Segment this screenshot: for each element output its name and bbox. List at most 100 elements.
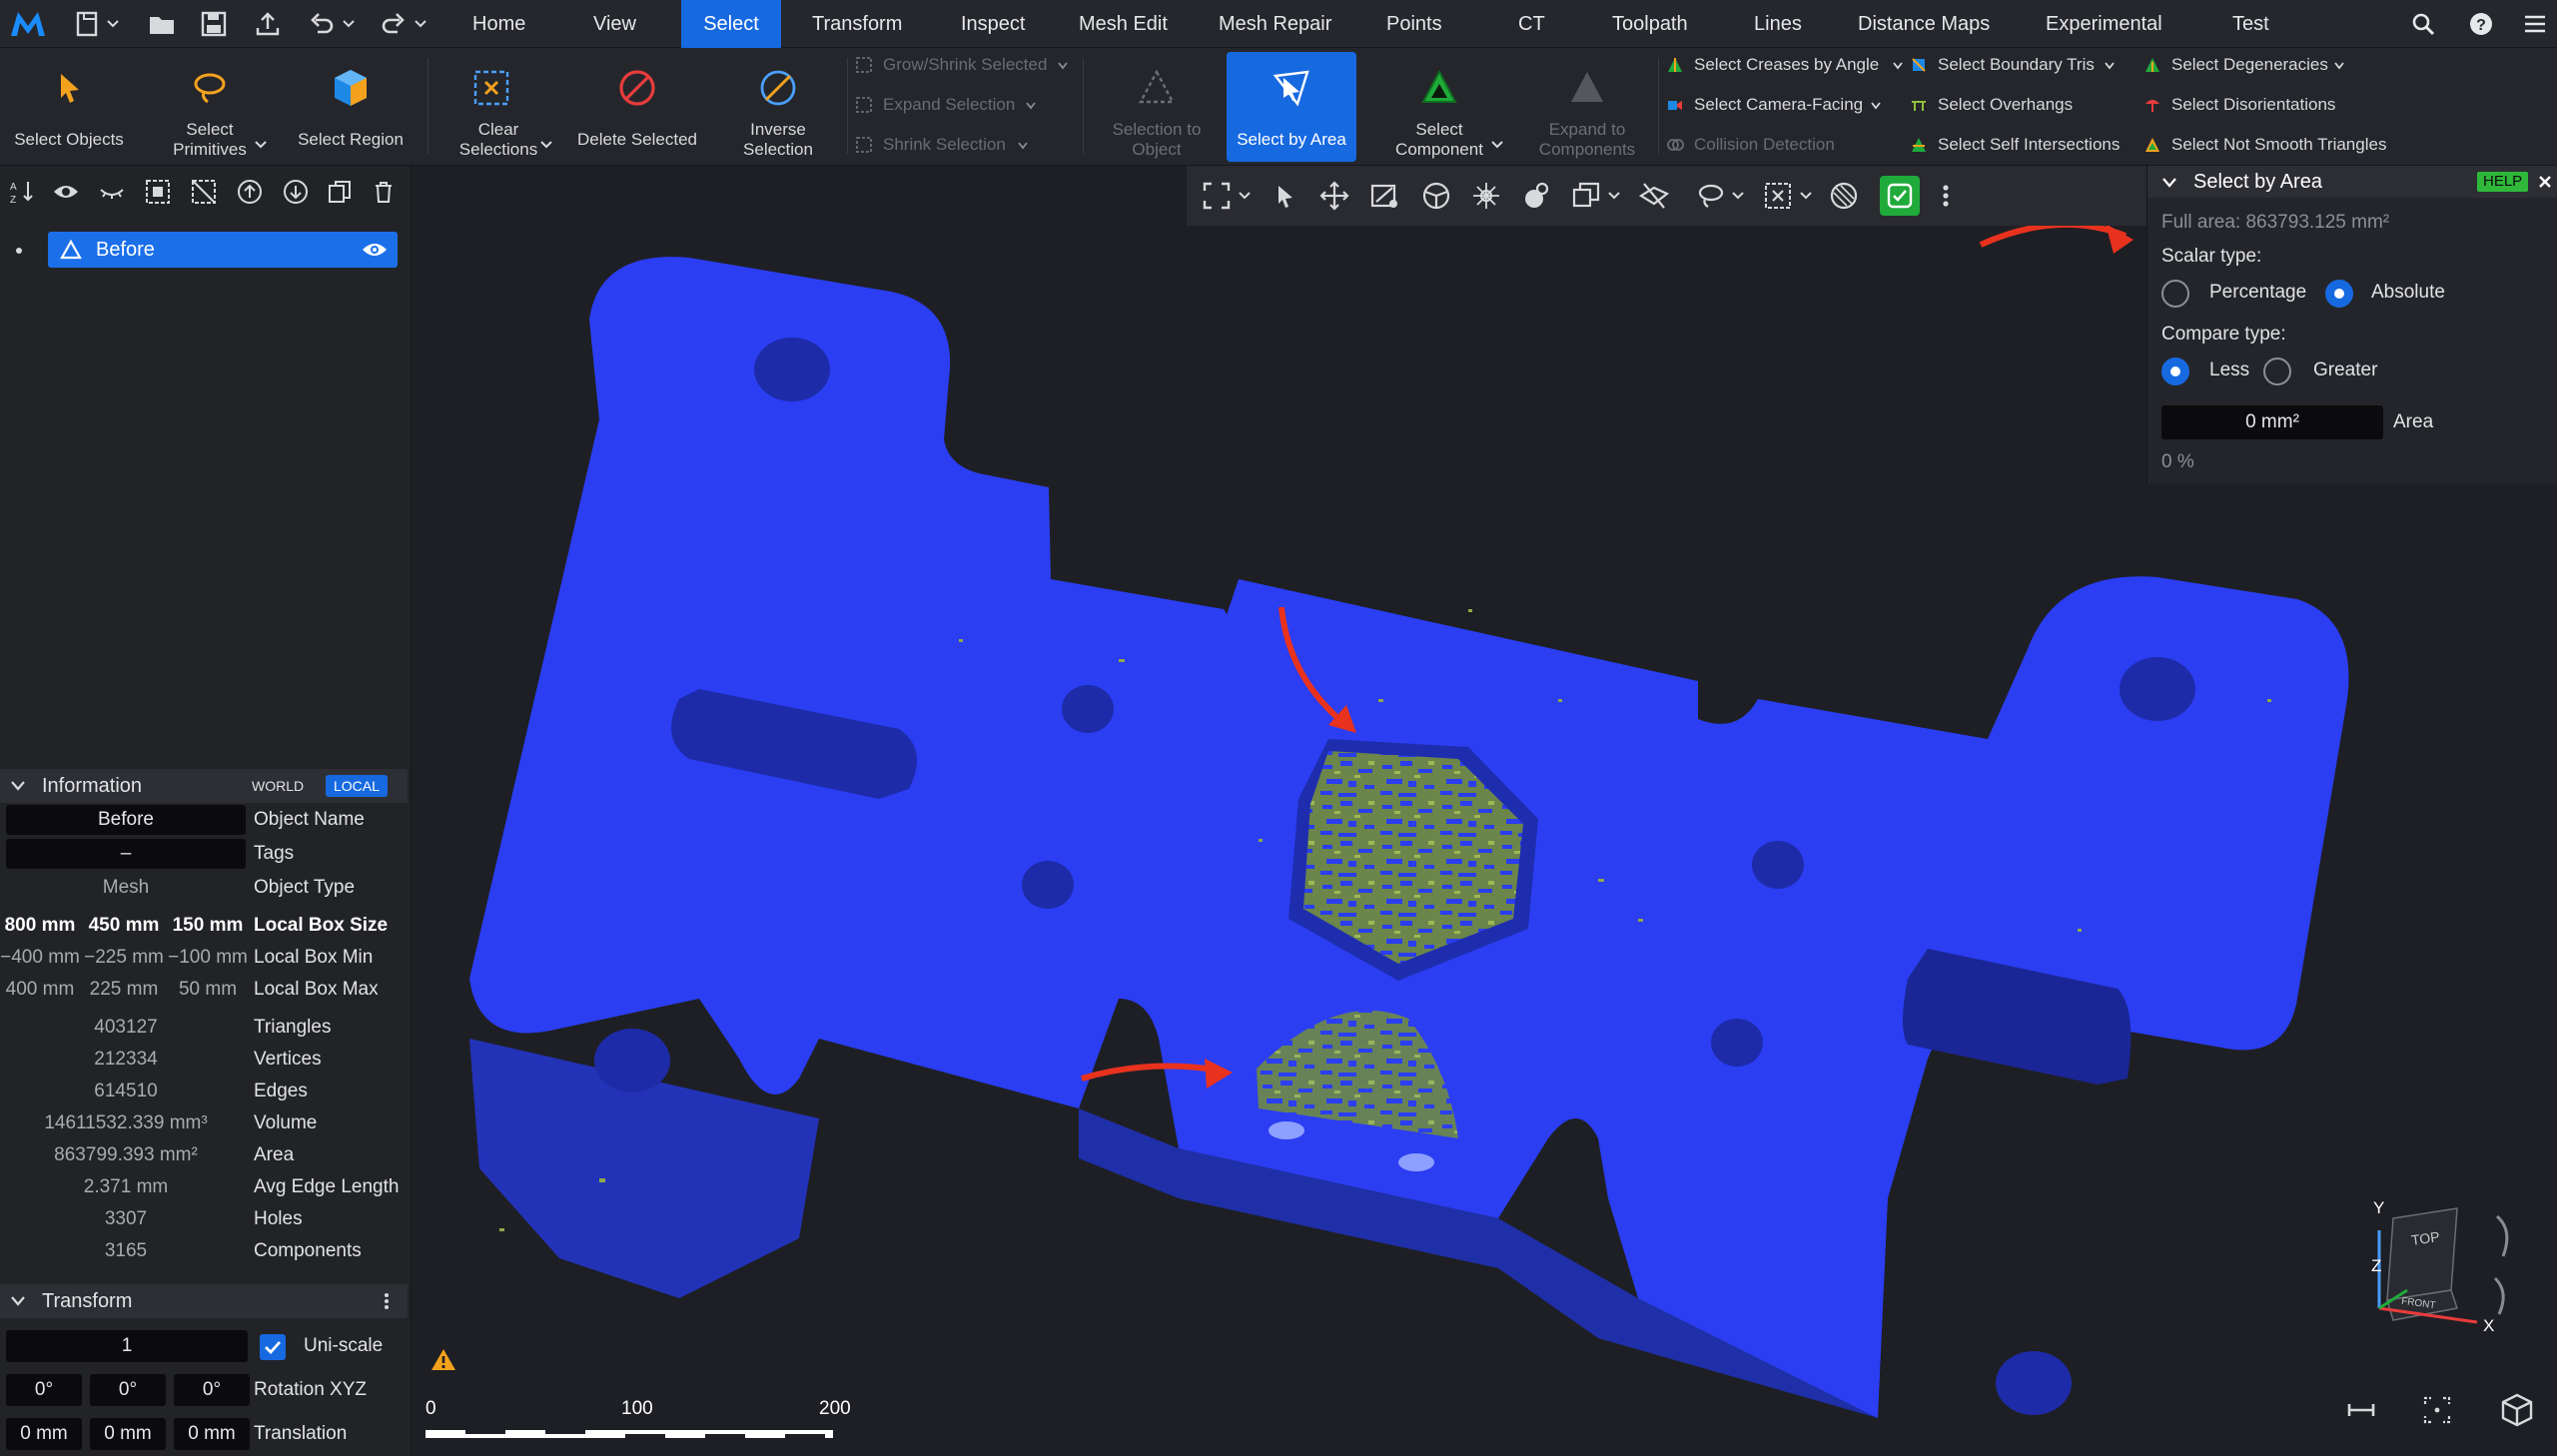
view-cube[interactable]: TOP FRONT Y Z X xyxy=(2347,1190,2547,1340)
inverse-selection-button[interactable]: Inverse Selection xyxy=(715,52,841,162)
menu-view[interactable]: View xyxy=(593,0,636,48)
app-logo-icon[interactable] xyxy=(8,6,48,42)
greater-label[interactable]: Greater xyxy=(2313,360,2377,381)
more-vertical-icon[interactable] xyxy=(1938,180,1954,212)
menu-distance-maps[interactable]: Distance Maps xyxy=(1858,0,1990,48)
duplicate-icon[interactable] xyxy=(326,178,354,206)
chevron-down-icon[interactable] xyxy=(414,14,427,34)
select-component-button[interactable]: Select Component xyxy=(1364,52,1514,162)
select-primitives-button[interactable]: Select Primitives xyxy=(140,52,280,162)
menu-toolpath[interactable]: Toolpath xyxy=(1612,0,1688,48)
chevron-down-icon[interactable] xyxy=(1870,100,1882,112)
uniscale-row: Uni-scale xyxy=(304,1335,384,1356)
pointer-icon[interactable] xyxy=(1269,180,1300,212)
fit-view-icon[interactable] xyxy=(1201,180,1233,212)
chevron-down-icon[interactable] xyxy=(342,14,356,34)
eye-icon[interactable] xyxy=(52,178,80,206)
selection-to-object-button[interactable]: Selection to Object xyxy=(1093,52,1221,162)
menu-mesh-repair[interactable]: Mesh Repair xyxy=(1219,0,1331,48)
export-icon[interactable] xyxy=(252,8,284,40)
more-vertical-icon[interactable] xyxy=(382,1291,392,1311)
edit-geometry-icon[interactable] xyxy=(1368,180,1400,212)
expand-to-components-button[interactable]: Expand to Components xyxy=(1520,52,1654,162)
menu-points[interactable]: Points xyxy=(1386,0,1442,48)
chevron-down-icon[interactable] xyxy=(106,14,120,34)
menu-ct[interactable]: CT xyxy=(1518,0,1545,48)
chevron-down-icon[interactable] xyxy=(2333,60,2345,72)
chevron-down-icon[interactable] xyxy=(1892,60,1904,72)
measure-icon[interactable] xyxy=(2343,1392,2379,1428)
menu-select[interactable]: Select xyxy=(681,0,781,48)
eye-closed-icon[interactable] xyxy=(98,178,126,206)
visibility-eye-icon[interactable] xyxy=(362,240,388,260)
less-label[interactable]: Less xyxy=(2209,360,2249,381)
percentage-label[interactable]: Percentage xyxy=(2209,282,2306,304)
select-region-button[interactable]: Select Region xyxy=(286,52,416,162)
chevron-down-icon[interactable] xyxy=(254,138,268,152)
delete-selected-button[interactable]: Delete Selected xyxy=(571,52,703,162)
orbit-icon[interactable] xyxy=(1470,180,1502,212)
backface-icon[interactable] xyxy=(1828,180,1860,212)
area-threshold-input[interactable]: 0 mm² xyxy=(2161,405,2383,439)
trash-icon[interactable] xyxy=(370,178,398,206)
inverse-icon xyxy=(760,70,796,106)
view-box-icon[interactable] xyxy=(1570,180,1602,212)
menu-experimental[interactable]: Experimental xyxy=(2046,0,2162,48)
sort-icon[interactable]: AZ xyxy=(8,178,36,206)
less-radio[interactable] xyxy=(2161,358,2189,385)
help-icon[interactable]: ? xyxy=(2465,8,2497,40)
chevron-down-icon[interactable] xyxy=(539,138,553,152)
local-toggle[interactable]: LOCAL xyxy=(326,775,388,797)
select-by-area-panel: Select by Area HELP Full area: 863793.12… xyxy=(2146,166,2557,483)
menu-inspect[interactable]: Inspect xyxy=(961,0,1025,48)
chevron-down-icon[interactable] xyxy=(2161,176,2177,190)
steering-wheel-icon[interactable] xyxy=(1420,180,1452,212)
chevron-down-icon[interactable] xyxy=(1798,180,1814,212)
redo-icon[interactable] xyxy=(378,8,410,40)
absolute-label[interactable]: Absolute xyxy=(2371,282,2445,304)
box-deselect-icon[interactable] xyxy=(1762,180,1794,212)
menu-lines[interactable]: Lines xyxy=(1754,0,1802,48)
move-up-icon[interactable] xyxy=(236,178,264,206)
chevron-down-icon[interactable] xyxy=(2104,60,2116,72)
move-icon[interactable] xyxy=(1318,180,1350,212)
absolute-radio[interactable] xyxy=(2325,280,2353,308)
chevron-down-icon[interactable] xyxy=(1730,180,1746,212)
scene-tree-item-before[interactable]: Before xyxy=(48,232,398,268)
focus-center-icon[interactable] xyxy=(2419,1392,2455,1428)
undo-icon[interactable] xyxy=(306,8,338,40)
select-objects-button[interactable]: Select Objects xyxy=(4,52,134,162)
search-icon[interactable] xyxy=(2407,8,2439,40)
open-folder-icon[interactable] xyxy=(146,8,178,40)
confirm-icon[interactable] xyxy=(1880,176,1920,216)
menu-icon[interactable] xyxy=(2519,8,2551,40)
world-toggle[interactable]: WORLD xyxy=(244,775,312,797)
mesh-triangle-icon xyxy=(60,240,82,260)
menu-home[interactable]: Home xyxy=(472,0,525,48)
clear-selections-button[interactable]: Clear Selections xyxy=(439,52,569,162)
warning-icon[interactable] xyxy=(429,1346,457,1374)
deselect-icon[interactable] xyxy=(190,178,218,206)
select-by-area-button[interactable]: Select by Area xyxy=(1227,52,1356,162)
menu-test[interactable]: Test xyxy=(2232,0,2269,48)
render-mode-icon[interactable] xyxy=(1520,180,1552,212)
select-by-area-header[interactable]: Select by Area HELP xyxy=(2147,166,2557,198)
chevron-down-icon[interactable] xyxy=(1490,138,1504,152)
perspective-cube-icon[interactable] xyxy=(2497,1390,2537,1430)
new-file-icon[interactable] xyxy=(72,8,104,40)
move-down-icon[interactable] xyxy=(282,178,310,206)
chevron-down-icon[interactable] xyxy=(1237,180,1253,212)
clipping-plane-icon[interactable] xyxy=(1638,180,1670,212)
information-header[interactable]: Information WORLD LOCAL xyxy=(0,769,408,803)
help-button[interactable]: HELP xyxy=(2477,172,2529,192)
select-all-icon[interactable] xyxy=(144,178,172,206)
transform-header[interactable]: Transform xyxy=(0,1284,408,1318)
close-icon[interactable] xyxy=(2537,174,2553,190)
menu-transform[interactable]: Transform xyxy=(812,0,902,48)
save-icon[interactable] xyxy=(198,8,230,40)
percentage-radio[interactable] xyxy=(2161,280,2189,308)
lasso-select-icon[interactable] xyxy=(1694,180,1726,212)
chevron-down-icon[interactable] xyxy=(1606,180,1622,212)
menu-mesh-edit[interactable]: Mesh Edit xyxy=(1079,0,1168,48)
greater-radio[interactable] xyxy=(2263,358,2291,385)
